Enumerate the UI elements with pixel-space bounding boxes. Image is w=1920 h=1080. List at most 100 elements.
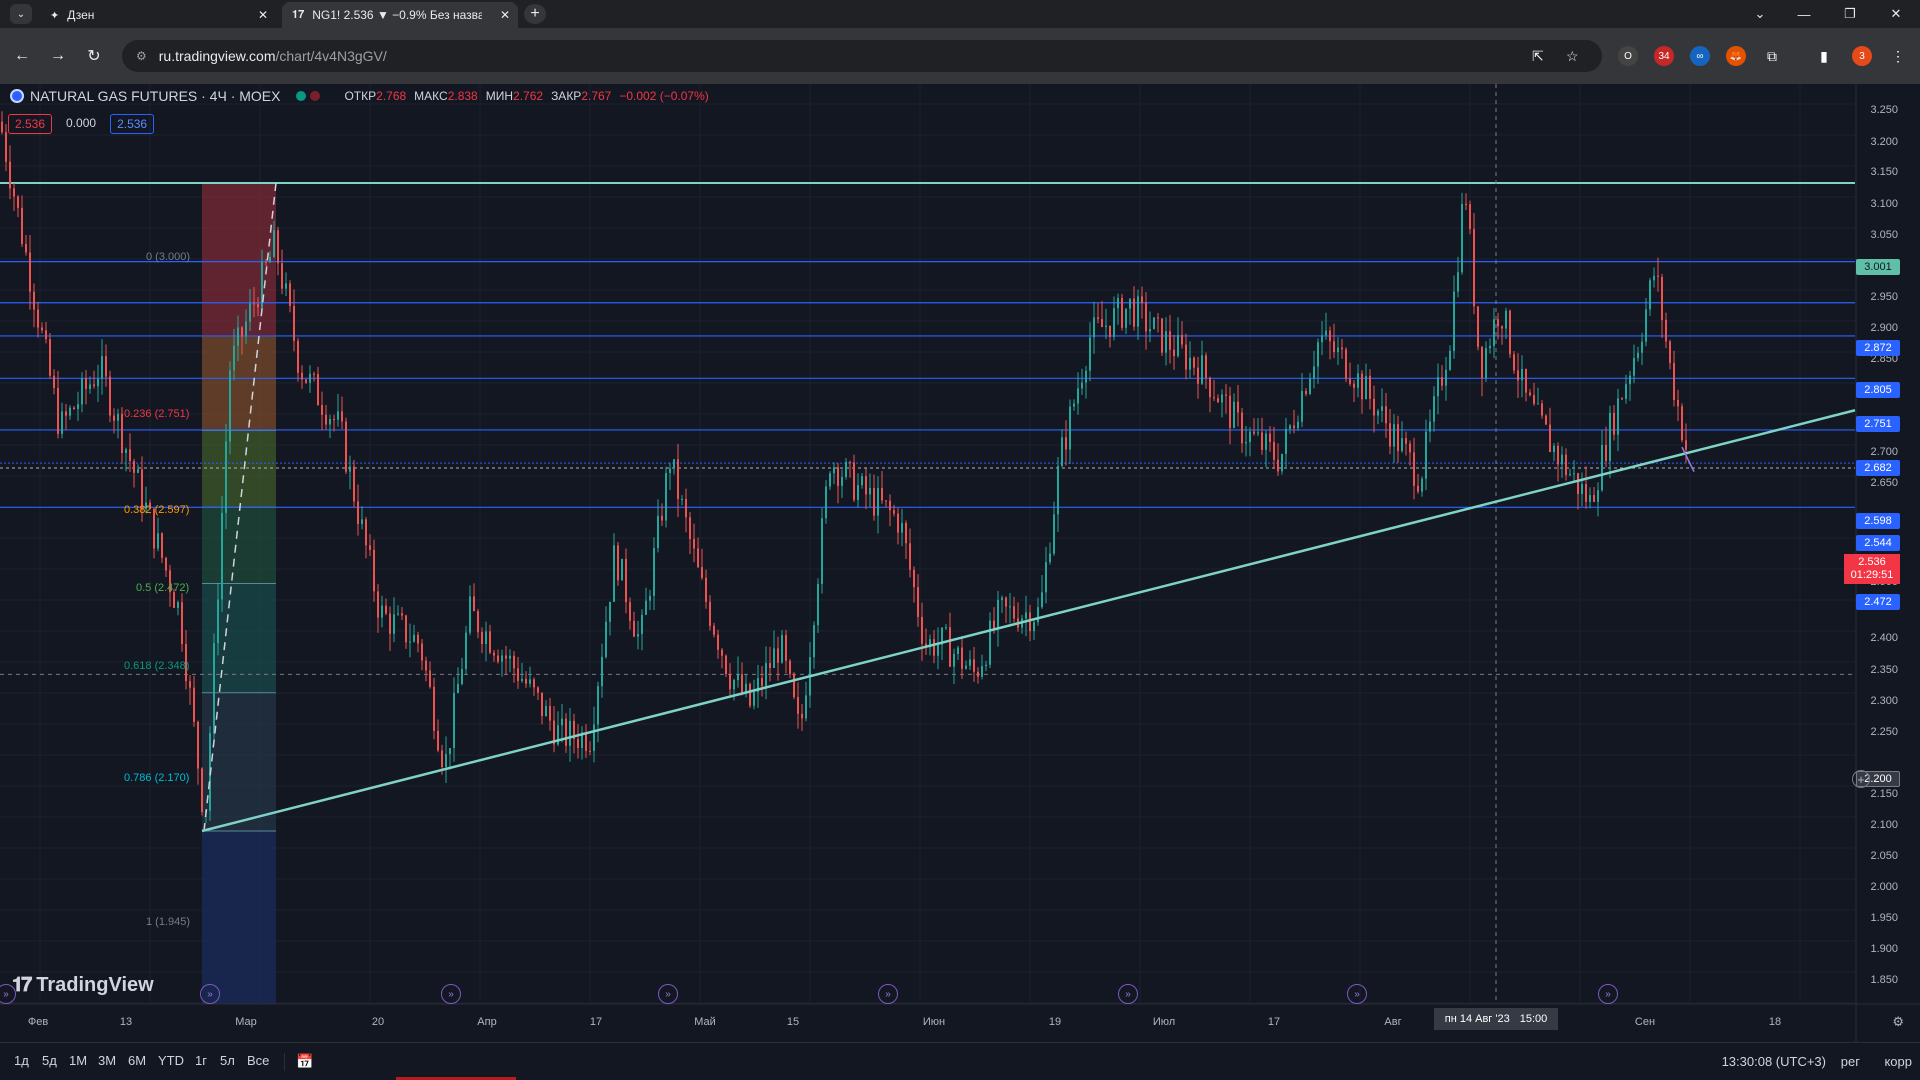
- menu-kebab-icon[interactable]: ⋮: [1888, 46, 1908, 66]
- candle-body: [1541, 403, 1543, 416]
- add-alert-plus-icon[interactable]: +: [1852, 770, 1870, 788]
- forward-button[interactable]: →: [44, 42, 72, 70]
- range-3m-button[interactable]: 3М: [98, 1053, 116, 1068]
- side-panel-icon[interactable]: ▮: [1814, 46, 1834, 66]
- dividend-event-icon[interactable]: »: [1347, 984, 1367, 1004]
- dividend-event-icon[interactable]: »: [200, 984, 220, 1004]
- adjust-mode-button[interactable]: корр: [1884, 1054, 1912, 1069]
- dividend-event-icon[interactable]: »: [1118, 984, 1138, 1004]
- chart-settings-gear-icon[interactable]: ⚙: [1892, 1014, 1904, 1030]
- candle-body: [1529, 392, 1531, 396]
- candle-body: [1225, 394, 1227, 396]
- level-badge[interactable]: 2.751: [1856, 416, 1900, 432]
- profile-avatar[interactable]: 3: [1852, 46, 1872, 66]
- dividend-event-icon[interactable]: »: [1598, 984, 1618, 1004]
- level-badge[interactable]: 2.682: [1856, 460, 1900, 476]
- session-mode-button[interactable]: рег: [1841, 1054, 1860, 1069]
- level-badge[interactable]: 2.472: [1856, 594, 1900, 610]
- tab-dzen[interactable]: ✦ Дзен ✕: [40, 2, 276, 28]
- range-1m-button[interactable]: 1М: [69, 1053, 87, 1068]
- range-5d-button[interactable]: 5д: [42, 1053, 57, 1068]
- new-tab-button[interactable]: +: [524, 4, 546, 24]
- range-1y-button[interactable]: 1г: [195, 1053, 207, 1068]
- candle-body: [45, 330, 47, 340]
- candle-body: [1189, 357, 1191, 370]
- bookmark-star-icon[interactable]: ☆: [1566, 48, 1579, 65]
- candle-body: [413, 634, 415, 642]
- tradingview-logo[interactable]: 𝟏𝟕 TradingView: [12, 974, 154, 997]
- dividend-event-icon[interactable]: »: [878, 984, 898, 1004]
- range-1d-button[interactable]: 1д: [14, 1053, 29, 1068]
- range-5y-button[interactable]: 5л: [220, 1053, 235, 1068]
- restore-button[interactable]: ❐: [1836, 4, 1864, 24]
- bar-countdown: 01:29:51: [1850, 569, 1894, 581]
- candle-body: [109, 376, 111, 416]
- tab-list-button[interactable]: ⌄: [1746, 4, 1774, 24]
- crosshair-date-label: пн 14 Авг '23 15:00: [1434, 1008, 1558, 1030]
- candle-body: [237, 327, 239, 346]
- link-extension-icon[interactable]: ∞: [1690, 46, 1710, 66]
- level-badge[interactable]: 2.544: [1856, 535, 1900, 551]
- candle-body: [197, 721, 199, 769]
- candle-body: [617, 545, 619, 581]
- candle-body: [797, 697, 799, 714]
- level-badge[interactable]: 2.872: [1856, 340, 1900, 356]
- share-icon[interactable]: ⇱: [1532, 48, 1544, 65]
- candle-body: [1573, 473, 1575, 475]
- tab-search-button[interactable]: ⌄: [10, 4, 32, 24]
- level-badge[interactable]: 2.598: [1856, 513, 1900, 529]
- opera-extension-icon[interactable]: O: [1618, 46, 1638, 66]
- close-icon[interactable]: ✕: [500, 8, 510, 22]
- candle-body: [1177, 334, 1179, 357]
- candle-body: [913, 569, 915, 588]
- extension-badge-icon[interactable]: 34: [1654, 46, 1674, 66]
- candle-body: [1465, 203, 1467, 205]
- price-chart-canvas[interactable]: [0, 84, 1920, 1042]
- candle-body: [1281, 453, 1283, 472]
- level-badge[interactable]: 2.805: [1856, 382, 1900, 398]
- range-6m-button[interactable]: 6М: [128, 1053, 146, 1068]
- candle-body: [173, 592, 175, 608]
- chart-area[interactable]: NATURAL GAS FUTURES · 4Ч · MOEX ОТКР2.76…: [0, 84, 1920, 1042]
- candle-body: [1137, 296, 1139, 327]
- candle-body: [401, 613, 403, 616]
- candle-body: [1313, 366, 1315, 379]
- extensions-puzzle-icon[interactable]: ⧉: [1762, 46, 1782, 66]
- candle-body: [777, 648, 779, 663]
- candle-body: [457, 684, 459, 693]
- reload-button[interactable]: ↻: [80, 42, 108, 70]
- symbol-title[interactable]: NATURAL GAS FUTURES · 4Ч · MOEX: [30, 88, 280, 104]
- address-bar[interactable]: ⚙ ru.tradingview.com /chart/4v4N3gGV/ ⇱ …: [122, 40, 1602, 72]
- spread-value: 0.000: [66, 116, 97, 130]
- candle-body: [1217, 398, 1219, 403]
- site-info-icon[interactable]: ⚙: [136, 49, 147, 63]
- candle-body: [1141, 296, 1143, 304]
- candle-body: [29, 252, 31, 292]
- candle-body: [345, 421, 347, 472]
- range-all-button[interactable]: Все: [247, 1053, 269, 1068]
- x-tick: 17: [589, 1016, 603, 1028]
- candle-body: [397, 613, 399, 615]
- dividend-event-icon[interactable]: »: [441, 984, 461, 1004]
- range-ytd-button[interactable]: YTD: [158, 1053, 184, 1068]
- candle-body: [1405, 438, 1407, 444]
- candle-body: [1429, 421, 1431, 432]
- minimize-button[interactable]: —: [1790, 4, 1818, 24]
- candle-body: [1277, 459, 1279, 472]
- dividend-event-icon[interactable]: »: [658, 984, 678, 1004]
- tab-tradingview[interactable]: 𝟏𝟕 NG1! 2.536 ▼ −0.9% Без назва ✕: [282, 2, 518, 28]
- candle-body: [1485, 348, 1487, 379]
- close-icon[interactable]: ✕: [258, 8, 268, 22]
- sell-price-button[interactable]: 2.536: [8, 114, 53, 134]
- calendar-icon[interactable]: 📅: [296, 1053, 313, 1070]
- level-badge[interactable]: 3.001: [1856, 259, 1900, 275]
- timezone-clock[interactable]: 13:30:08 (UTC+3): [1722, 1054, 1826, 1069]
- fox-extension-icon[interactable]: 🦊: [1726, 46, 1746, 66]
- buy-price-button[interactable]: 2.536: [110, 114, 155, 134]
- candle-body: [481, 632, 483, 645]
- back-button[interactable]: ←: [8, 42, 36, 70]
- market-status[interactable]: [296, 91, 324, 101]
- close-window-button[interactable]: ✕: [1882, 4, 1910, 24]
- candle-body: [833, 467, 835, 474]
- candle-body: [1165, 331, 1167, 353]
